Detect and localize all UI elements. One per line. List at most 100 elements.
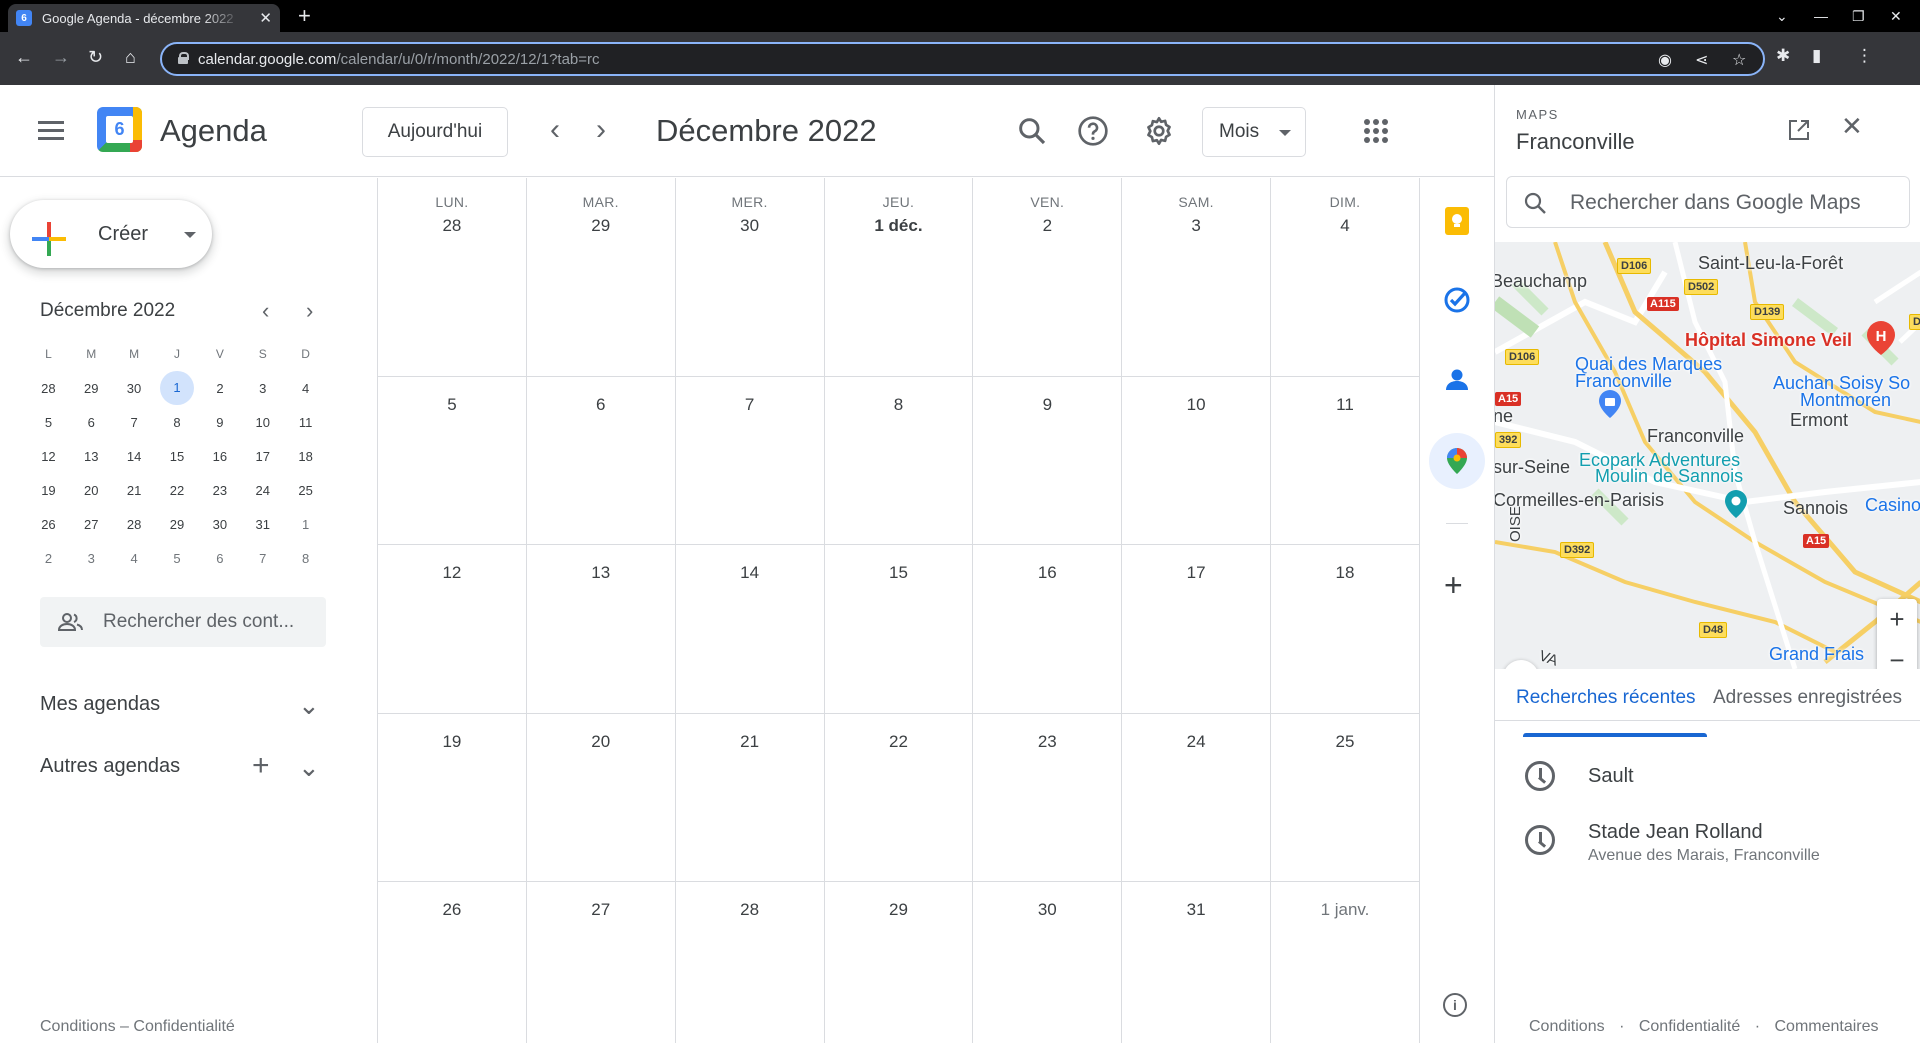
day-number[interactable]: 23 [973,732,1121,752]
mini-day[interactable]: 24 [241,483,284,498]
create-dropdown-icon[interactable] [184,232,196,238]
mini-day[interactable]: 31 [241,517,284,532]
day-cell[interactable]: 17 [1122,545,1272,713]
day-cell[interactable]: MER. 30 [676,178,825,376]
day-cell[interactable]: 24 [1122,714,1272,881]
address-bar[interactable]: calendar.google.com/calendar/u/0/r/month… [160,42,1765,76]
map-view[interactable]: Saint-Leu-la-Forêt Beauchamp Hôpital Sim… [1495,242,1920,669]
mini-day[interactable]: 2 [199,381,242,396]
mini-day[interactable]: 25 [284,483,327,498]
day-cell[interactable]: 26 [378,882,527,1043]
home-icon[interactable]: ⌂ [125,46,136,68]
open-in-new-icon[interactable] [1788,119,1810,141]
day-number[interactable]: 6 [527,395,675,415]
mini-day[interactable]: 5 [27,415,70,430]
mini-prev-icon[interactable]: ‹ [262,298,269,324]
mini-day[interactable]: 21 [113,483,156,498]
mini-day[interactable]: 6 [198,551,241,566]
day-number[interactable]: 1 janv. [1271,900,1419,920]
forward-icon[interactable]: → [52,46,70,68]
bookmark-star-icon[interactable]: ☆ [1732,50,1746,70]
day-cell[interactable]: 29 [825,882,974,1043]
day-cell[interactable]: VEN. 2 [973,178,1123,376]
day-number[interactable]: 20 [527,732,675,752]
day-number[interactable]: 25 [1271,732,1419,752]
zoom-in-icon[interactable]: + [1877,599,1917,640]
mini-day[interactable]: 3 [70,551,113,566]
lock-icon[interactable] [178,52,189,65]
maps-privacy-link[interactable]: Confidentialité [1639,1018,1740,1035]
day-number[interactable]: 22 [825,732,973,752]
day-number[interactable]: 18 [1271,563,1419,583]
day-number[interactable]: 5 [378,395,526,415]
mini-day[interactable]: 23 [198,483,241,498]
day-cell[interactable]: 23 [973,714,1123,881]
mini-day[interactable]: 3 [241,381,284,396]
day-cell[interactable]: 10 [1122,377,1272,544]
mini-day[interactable]: 10 [241,415,284,430]
settings-gear-icon[interactable] [1143,115,1175,147]
mini-day[interactable]: 6 [70,415,113,430]
day-cell[interactable]: 22 [825,714,974,881]
side-panel-icon[interactable]: ▮ [1812,46,1821,66]
day-cell[interactable]: 1 janv. [1271,882,1420,1043]
mini-day[interactable]: 30 [198,517,241,532]
create-button[interactable]: Créer [10,200,212,268]
day-number[interactable]: 8 [825,395,973,415]
tasks-icon[interactable] [1437,280,1477,320]
restore-icon[interactable]: ❐ [1852,8,1865,25]
day-cell[interactable]: JEU. 1 déc. [825,178,974,376]
previous-month-icon[interactable]: ‹ [550,115,560,145]
day-number[interactable]: 4 [1271,216,1419,236]
new-tab-icon[interactable]: + [298,5,311,27]
view-switcher-button[interactable]: Mois [1202,107,1306,157]
day-number[interactable]: 11 [1271,395,1419,415]
mini-day[interactable]: 14 [113,449,156,464]
extensions-icon[interactable]: ✱ [1776,46,1790,66]
day-cell[interactable]: 16 [973,545,1123,713]
browser-menu-icon[interactable]: ⋮ [1856,46,1873,66]
day-number[interactable]: 1 déc. [825,216,973,236]
mini-day[interactable]: 4 [113,551,156,566]
google-apps-icon[interactable] [1364,119,1388,143]
today-button[interactable]: Aujourd'hui [362,107,508,157]
next-month-icon[interactable]: › [596,115,606,145]
day-number[interactable]: 28 [676,900,824,920]
tab-recent-searches[interactable]: Recherches récentes [1516,687,1696,709]
day-number[interactable]: 13 [527,563,675,583]
mini-day[interactable]: 2 [27,551,70,566]
day-number[interactable]: 9 [973,395,1121,415]
mini-day[interactable]: 26 [27,517,70,532]
day-number[interactable]: 31 [1122,900,1270,920]
mini-day[interactable]: 29 [70,381,113,396]
get-addons-plus-icon[interactable]: + [1444,569,1463,601]
day-number[interactable]: 30 [973,900,1121,920]
day-cell[interactable]: 25 [1271,714,1420,881]
day-number[interactable]: 29 [825,900,973,920]
mini-day-today[interactable]: 1 [160,371,194,405]
mini-day[interactable]: 1 [284,517,327,532]
contact-search-input[interactable]: Rechercher des cont... [40,597,326,647]
chevron-down-icon[interactable]: ⌄ [298,754,320,780]
day-cell[interactable]: DIM. 4 [1271,178,1420,376]
info-icon[interactable]: i [1443,993,1467,1017]
terms-privacy-link[interactable]: Conditions – Confidentialité [40,1018,235,1036]
recent-search-item[interactable]: Stade Jean Rolland Avenue des Marais, Fr… [1495,817,1920,887]
day-number[interactable]: 7 [676,395,824,415]
mini-day[interactable]: 19 [27,483,70,498]
mini-day[interactable]: 18 [284,449,327,464]
recenter-map-icon[interactable] [1503,660,1539,669]
day-cell[interactable]: 18 [1271,545,1420,713]
day-number[interactable]: 10 [1122,395,1270,415]
day-number[interactable]: 12 [378,563,526,583]
day-cell[interactable]: MAR. 29 [527,178,676,376]
day-number[interactable]: 28 [378,216,526,236]
day-cell[interactable]: 7 [676,377,825,544]
mini-day[interactable]: 27 [70,517,113,532]
day-cell[interactable]: 31 [1122,882,1272,1043]
mini-day[interactable]: 4 [284,381,327,396]
day-number[interactable]: 30 [676,216,824,236]
share-icon[interactable]: ⋖ [1695,50,1708,70]
day-number[interactable]: 14 [676,563,824,583]
browser-tab[interactable]: 6 Google Agenda - décembre 2022 ✕ [8,4,280,32]
